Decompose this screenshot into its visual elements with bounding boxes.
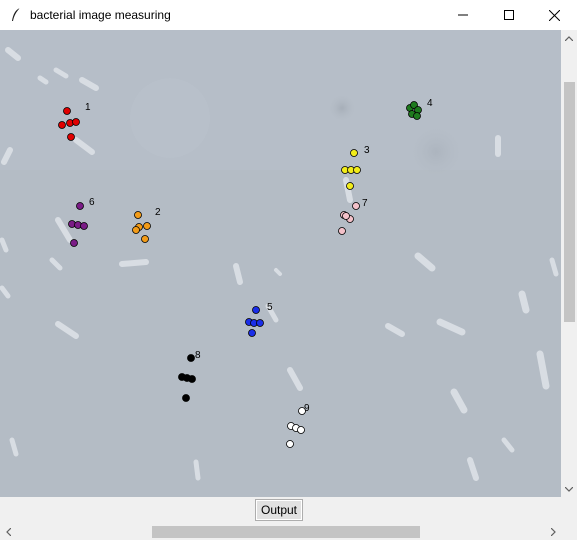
minimize-button[interactable] [440,0,486,30]
microscope-image[interactable]: 1 2 3 4 5 6 7 8 9 [0,30,561,497]
marker-point[interactable] [352,202,360,210]
scroll-up-icon[interactable] [561,30,577,46]
marker-label: 4 [427,98,433,109]
marker-point[interactable] [132,226,140,234]
marker-label: 2 [155,207,161,218]
vertical-scrollbar[interactable] [561,30,577,497]
marker-point[interactable] [342,212,350,220]
marker-label: 1 [85,102,91,113]
marker-point[interactable] [413,112,421,120]
marker-point[interactable] [188,375,196,383]
marker-label: 6 [89,197,95,208]
marker-point[interactable] [286,440,294,448]
marker-point[interactable] [256,319,264,327]
close-icon [548,9,560,21]
window-title: bacterial image measuring [30,8,171,22]
feather-icon [8,7,24,23]
maximize-button[interactable] [486,0,532,30]
marker-point[interactable] [297,426,305,434]
marker-label: 7 [362,198,368,209]
marker-point[interactable] [63,107,71,115]
marker-point[interactable] [353,166,361,174]
image-canvas[interactable]: 1 2 3 4 5 6 7 8 9 [0,30,561,497]
marker-point[interactable] [248,329,256,337]
marker-point[interactable] [252,306,260,314]
maximize-icon [504,10,514,20]
minimize-icon [458,14,468,16]
output-button[interactable]: Output [255,499,303,521]
marker-point[interactable] [338,227,346,235]
marker-point[interactable] [134,211,142,219]
horizontal-scrollbar[interactable] [0,523,577,540]
marker-point[interactable] [346,182,354,190]
marker-point[interactable] [67,133,75,141]
marker-point[interactable] [58,121,66,129]
marker-point[interactable] [70,239,78,247]
marker-point[interactable] [76,202,84,210]
vertical-scroll-thumb[interactable] [564,82,575,322]
marker-point[interactable] [182,394,190,402]
marker-point[interactable] [143,222,151,230]
marker-label: 8 [195,350,201,361]
scroll-down-icon[interactable] [561,481,577,497]
marker-point[interactable] [72,118,80,126]
button-bar: Output [0,497,577,523]
close-button[interactable] [531,0,577,30]
marker-label: 9 [304,403,310,414]
marker-point[interactable] [350,149,358,157]
horizontal-scroll-thumb[interactable] [152,526,420,538]
marker-label: 5 [267,302,273,313]
marker-point[interactable] [141,235,149,243]
scroll-right-icon[interactable] [545,523,561,540]
scroll-left-icon[interactable] [0,523,16,540]
marker-point[interactable] [187,354,195,362]
marker-label: 3 [364,145,370,156]
title-bar: bacterial image measuring [0,0,577,30]
marker-point[interactable] [80,222,88,230]
